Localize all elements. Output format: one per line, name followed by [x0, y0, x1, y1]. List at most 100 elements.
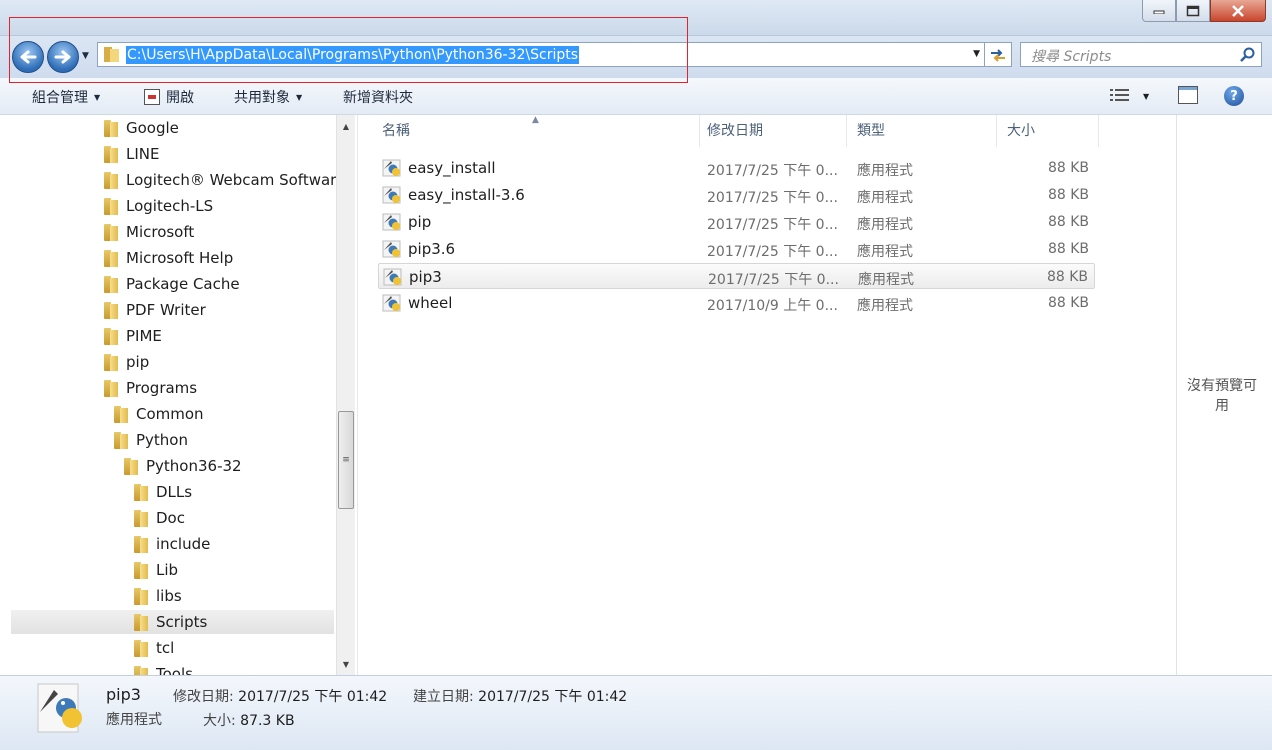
maximize-button[interactable]: [1176, 0, 1210, 22]
file-row[interactable]: easy_install-3.6 2017/7/25 下午 0... 應用程式 88 …: [378, 182, 1095, 208]
column-header-type[interactable]: 類型: [847, 115, 997, 147]
preview-pane-toggle-icon[interactable]: [1178, 86, 1198, 104]
tree-item[interactable]: LINE: [104, 142, 159, 166]
close-button[interactable]: [1210, 0, 1266, 22]
folder-icon: [134, 587, 148, 605]
file-row[interactable]: pip3.6 2017/7/25 下午 0... 應用程式 88 KB: [378, 236, 1095, 262]
maximize-icon: [1186, 5, 1200, 16]
scroll-thumb[interactable]: ≡: [338, 411, 354, 509]
open-button[interactable]: 開啟: [144, 87, 194, 107]
file-type: 應用程式: [858, 272, 914, 288]
tree-item[interactable]: Logitech® Webcam Software: [104, 168, 336, 192]
back-button[interactable]: [12, 41, 44, 73]
folder-icon: [134, 535, 148, 553]
navigation-pane[interactable]: Google LINE Logitech® Webcam Software Logit…: [9, 115, 336, 675]
view-options-icon[interactable]: [1110, 88, 1130, 108]
file-type: 應用程式: [857, 298, 913, 314]
python-executable-icon: [382, 186, 402, 204]
new-folder-button[interactable]: 新增資料夾: [343, 87, 413, 107]
file-size: 88 KB: [1047, 241, 1089, 257]
tree-item[interactable]: Common: [114, 402, 204, 426]
tree-item[interactable]: Lib: [134, 558, 178, 582]
file-type: 應用程式: [857, 217, 913, 233]
tree-item-label: include: [156, 535, 211, 553]
folder-icon: [104, 145, 118, 163]
tree-item[interactable]: Python36-32: [124, 454, 242, 478]
tree-item-label: tcl: [156, 639, 175, 657]
organize-menu[interactable]: 組合管理 ▼: [32, 87, 100, 107]
folder-icon: [104, 301, 118, 319]
tree-item[interactable]: PIME: [104, 324, 162, 348]
search-input[interactable]: 搜尋 Scripts: [1020, 42, 1262, 67]
file-name: wheel: [408, 294, 453, 312]
folder-icon: [134, 665, 148, 675]
address-dropdown-icon[interactable]: ▼: [973, 49, 980, 59]
tree-item[interactable]: Logitech-LS: [104, 194, 213, 218]
tree-item-label: Programs: [126, 379, 198, 397]
tree-item[interactable]: Microsoft Help: [104, 246, 233, 270]
tree-item-label: Logitech® Webcam Software: [126, 171, 336, 189]
tree-item[interactable]: Scripts: [11, 610, 334, 634]
tree-item[interactable]: libs: [134, 584, 182, 608]
tree-item[interactable]: Package Cache: [104, 272, 240, 296]
tree-item-label: Microsoft: [126, 223, 195, 241]
tree-item-label: Python: [136, 431, 188, 449]
details-pane: pip3 應用程式 修改日期: 2017/7/25 下午 01:42 建立日期:…: [0, 675, 1272, 750]
folder-icon: [104, 353, 118, 371]
back-arrow-icon: [20, 50, 37, 64]
scroll-down-icon[interactable]: ▼: [337, 655, 355, 673]
file-row[interactable]: wheel 2017/10/9 上午 0... 應用程式 88 KB: [378, 290, 1095, 316]
folder-icon: [134, 613, 148, 631]
file-size: 88 KB: [1047, 214, 1089, 230]
tree-item[interactable]: Python: [114, 428, 188, 452]
tree-item-label: pip: [126, 353, 150, 371]
refresh-icon: [991, 48, 1005, 62]
folder-icon: [134, 561, 148, 579]
address-path[interactable]: C:\Users\H\AppData\Local\Programs\Python…: [126, 46, 580, 64]
tree-item[interactable]: Doc: [134, 506, 185, 530]
folder-icon: [124, 457, 138, 475]
tree-item[interactable]: Tools: [134, 662, 193, 675]
tree-item[interactable]: Programs: [104, 376, 197, 400]
file-name: pip3: [409, 268, 442, 286]
folder-icon: [104, 171, 118, 189]
file-date: 2017/7/25 下午 0...: [707, 217, 838, 233]
tree-item[interactable]: Microsoft: [104, 220, 194, 244]
forward-button[interactable]: [47, 41, 79, 73]
tree-item[interactable]: PDF Writer: [104, 298, 206, 322]
nav-scrollbar[interactable]: ▲ ≡ ▼: [336, 115, 355, 675]
view-dropdown-icon[interactable]: ▼: [1143, 92, 1149, 101]
tree-item[interactable]: tcl: [134, 636, 174, 660]
help-icon[interactable]: ?: [1224, 86, 1244, 106]
column-header-date[interactable]: 修改日期: [697, 115, 847, 147]
folder-icon: [104, 119, 118, 137]
tree-item-label: DLLs: [156, 483, 193, 501]
recent-pages-dropdown[interactable]: ▼: [82, 51, 89, 61]
search-icon[interactable]: [1239, 47, 1255, 67]
file-size: 88 KB: [1046, 269, 1088, 285]
tree-item-label: libs: [156, 587, 182, 605]
sort-ascending-icon: ▲: [532, 115, 539, 125]
tree-item[interactable]: include: [134, 532, 210, 556]
refresh-button[interactable]: [985, 42, 1012, 67]
tree-item-label: Google: [126, 119, 179, 137]
detail-created-value: 2017/7/25 下午 01:42: [478, 689, 628, 705]
detail-created: 建立日期: 2017/7/25 下午 01:42: [413, 686, 627, 706]
file-name: pip: [408, 213, 432, 231]
folder-icon: [104, 275, 118, 293]
file-list[interactable]: 名稱 ▲ 修改日期 類型 大小 easy_install 2017/7/25 下午…: [357, 115, 1175, 675]
minimize-button[interactable]: [1142, 0, 1176, 22]
address-bar[interactable]: C:\Users\H\AppData\Local\Programs\Python…: [97, 42, 985, 67]
tree-item[interactable]: DLLs: [134, 480, 192, 504]
file-row[interactable]: easy_install 2017/7/25 下午 0... 應用程式 88 KB: [378, 155, 1095, 181]
file-row[interactable]: pip3 2017/7/25 下午 0... 應用程式 88 KB: [378, 263, 1095, 289]
detail-size-label: 大小:: [203, 713, 236, 729]
file-size: 88 KB: [1047, 187, 1089, 203]
column-header-size[interactable]: 大小: [997, 115, 1099, 147]
scroll-up-icon[interactable]: ▲: [337, 117, 355, 135]
tree-item[interactable]: pip: [104, 350, 149, 374]
file-row[interactable]: pip 2017/7/25 下午 0... 應用程式 88 KB: [378, 209, 1095, 235]
tree-item-label: Scripts: [156, 613, 208, 631]
share-menu[interactable]: 共用對象 ▼: [234, 87, 302, 107]
tree-item[interactable]: Google: [104, 116, 179, 140]
